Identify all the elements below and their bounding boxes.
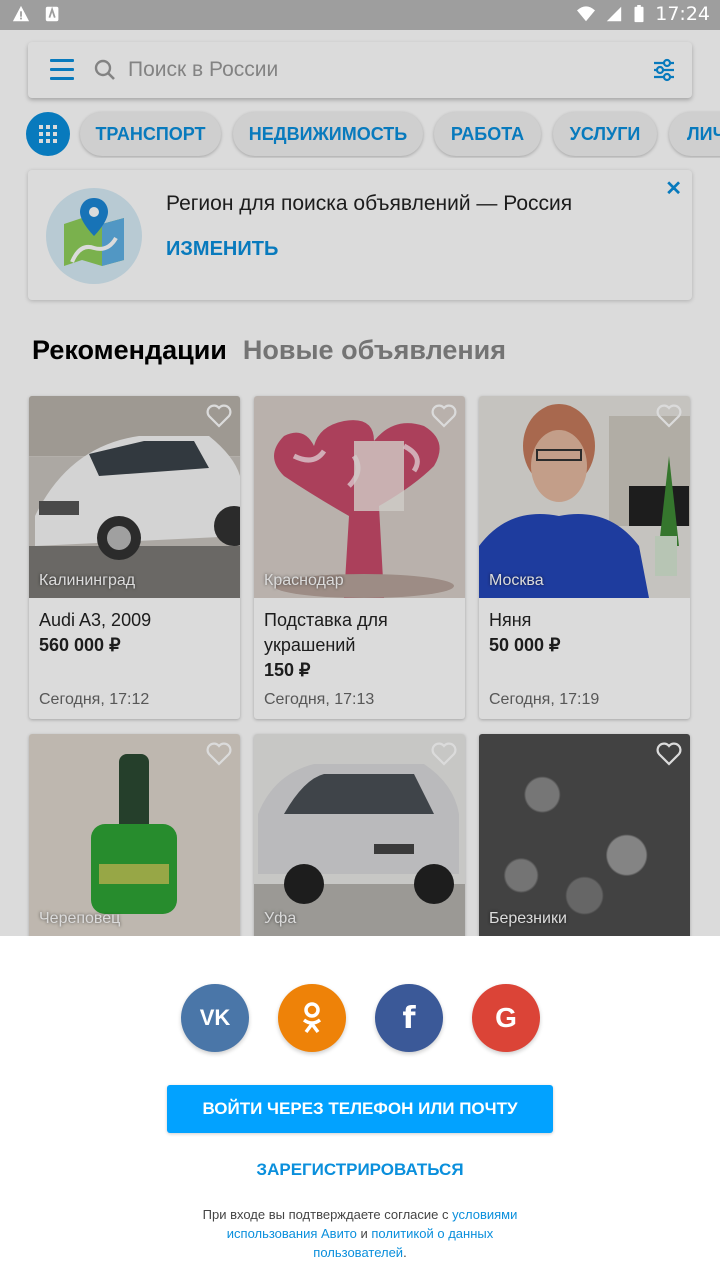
status-bar: 17:24 bbox=[0, 0, 720, 30]
google-icon: G bbox=[495, 1002, 517, 1033]
wifi-icon bbox=[577, 6, 596, 22]
notification-icon bbox=[45, 6, 59, 22]
facebook-login-button[interactable]: f bbox=[375, 984, 443, 1052]
legal-text: При входе вы подтверждаете согласие с ус… bbox=[180, 1205, 540, 1262]
legal-suffix: . bbox=[403, 1245, 407, 1260]
status-time: 17:24 bbox=[655, 3, 710, 25]
google-login-button[interactable]: G bbox=[472, 984, 540, 1052]
legal-and: и bbox=[356, 1226, 372, 1241]
signal-icon bbox=[607, 6, 622, 22]
legal-prefix: При входе вы подтверждаете согласие с bbox=[202, 1207, 453, 1222]
vk-login-button[interactable]: VK bbox=[181, 984, 249, 1052]
login-bottom-sheet: VK f G ВОЙТИ ЧЕРЕЗ ТЕЛЕФОН ИЛИ ПОЧТУ ЗАР… bbox=[0, 936, 720, 1280]
facebook-icon: f bbox=[402, 1000, 416, 1036]
ok-login-button[interactable] bbox=[278, 984, 346, 1052]
register-button[interactable]: ЗАРЕГИСТРИРОВАТЬСЯ bbox=[0, 1160, 720, 1180]
warning-icon bbox=[12, 5, 30, 22]
login-phone-email-button[interactable]: ВОЙТИ ЧЕРЕЗ ТЕЛЕФОН ИЛИ ПОЧТУ bbox=[167, 1085, 553, 1133]
odnoklassniki-icon bbox=[302, 1002, 322, 1034]
vk-icon: VK bbox=[199, 1005, 231, 1030]
battery-icon bbox=[634, 5, 644, 23]
